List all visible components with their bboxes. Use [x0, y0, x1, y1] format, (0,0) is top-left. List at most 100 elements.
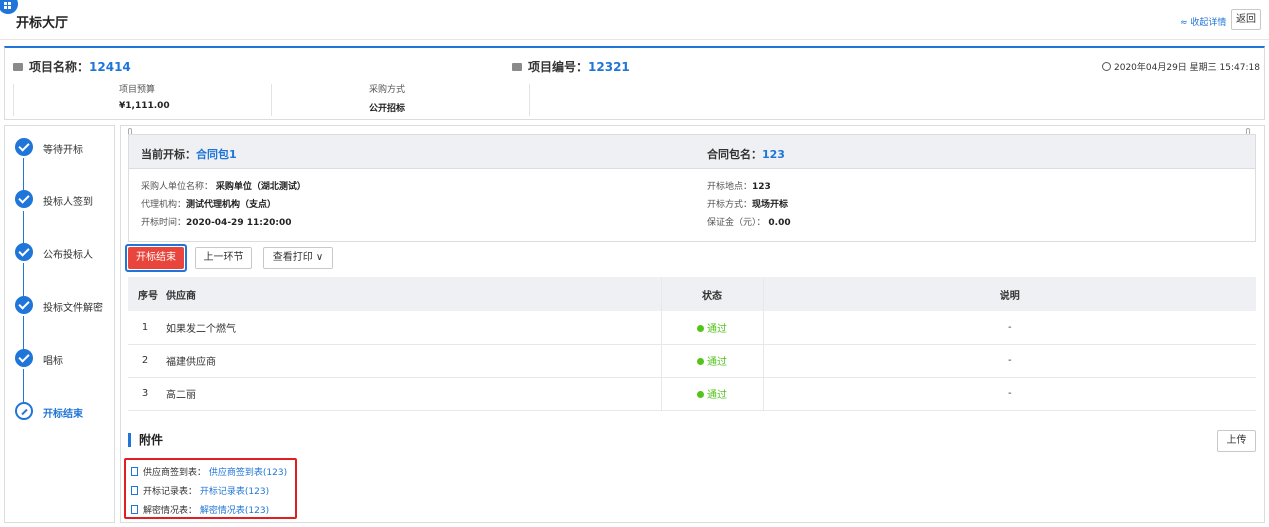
step-label: 投标人签到 — [43, 197, 93, 208]
project-name: 项目名称：12414 — [13, 58, 131, 75]
row-no: 1 — [128, 311, 162, 345]
purchaser-field: 采购人单位名称： 采购单位（湖北测试） — [141, 179, 306, 192]
attachment-label: 开标记录表： — [143, 487, 198, 497]
row-status: 通过 — [660, 311, 763, 345]
previous-step-button[interactable]: 上一环节 — [195, 247, 252, 269]
status-dot-icon — [697, 324, 704, 332]
budget-value: ¥1,111.00 — [119, 101, 170, 111]
attachment-item: 供应商签到表： 供应商签到表(123) — [131, 465, 287, 478]
attachment-label: 供应商签到表： — [143, 468, 207, 478]
step-label: 投标文件解密 — [43, 303, 103, 314]
check-circle-icon — [15, 138, 33, 156]
end-bidding-button[interactable]: 开标结束 — [128, 247, 184, 269]
current-bid-value: 合同包1 — [196, 148, 237, 161]
col-note-header: 说明 — [762, 277, 1256, 311]
project-code: 项目编号：12321 — [512, 58, 630, 75]
purchaser-label: 采购人单位名称： — [141, 182, 214, 192]
attachment-link[interactable]: 开标记录表(123) — [200, 487, 269, 497]
file-icon — [131, 467, 138, 476]
attachment-item: 开标记录表： 开标记录表(123) — [131, 484, 269, 497]
project-budget: 项目预算 ¥1,111.00 — [119, 82, 170, 118]
step-connector — [23, 263, 24, 298]
row-supplier: 高二丽 — [162, 377, 661, 411]
package-value: 123 — [762, 148, 785, 161]
table-row: 3 高二丽 通过 - — [128, 377, 1256, 411]
status-text: 通过 — [707, 390, 727, 401]
location-label: 开标地点： — [707, 182, 753, 192]
row-no: 2 — [128, 344, 162, 378]
method-value: 公开招标 — [369, 104, 406, 114]
method-label: 采购方式 — [369, 85, 406, 95]
step-connector — [23, 369, 24, 404]
divider — [13, 84, 14, 116]
status-dot-icon — [697, 391, 704, 398]
col-status-header: 状态 — [660, 277, 763, 311]
divider — [271, 84, 272, 116]
attachment-link[interactable]: 解密情况表(123) — [200, 506, 269, 516]
page-title: 开标大厅 — [16, 16, 69, 31]
collapse-details-link[interactable]: ≈ 收起详情 — [1180, 15, 1226, 28]
purchase-method: 采购方式 公开招标 — [369, 82, 405, 118]
current-bid-label: 当前开标： — [141, 148, 196, 161]
step-connector — [23, 211, 24, 246]
bid-time-label: 开标时间： — [141, 218, 187, 228]
bid-time-field: 开标时间：2020-04-29 11:20:00 — [141, 215, 292, 228]
location-value: 123 — [752, 182, 771, 192]
back-button[interactable]: 返回 — [1231, 9, 1261, 30]
file-icon — [131, 505, 138, 514]
top-bar: 开标大厅 ≈ 收起详情 返回 — [0, 0, 1269, 40]
project-code-value: 12321 — [588, 60, 630, 74]
document-icon — [512, 63, 522, 71]
table-header-row: 序号 供应商 状态 说明 — [128, 277, 1256, 311]
bid-time-value: 2020-04-29 11:20:00 — [186, 218, 292, 228]
row-status: 通过 — [660, 377, 763, 411]
edit-circle-icon — [15, 402, 33, 420]
table-row: 1 如果发二个燃气 通过 - — [128, 311, 1256, 345]
col-no-header: 序号 — [128, 277, 162, 311]
step-connector — [23, 316, 24, 351]
check-circle-icon — [15, 190, 33, 208]
divider — [529, 84, 530, 116]
purchaser-value: 采购单位（湖北测试） — [215, 182, 306, 192]
project-code-label: 项目编号： — [528, 60, 589, 74]
project-info-panel: 项目名称：12414 项目编号：12321 2020年04月29日 星期三 15… — [4, 46, 1265, 120]
budget-label: 项目预算 — [119, 85, 156, 95]
attachments-title: 附件 — [128, 433, 163, 447]
bid-info-header: 当前开标：合同包1 合同包名：123 — [129, 135, 1255, 169]
datetime-text: 2020年04月29日 星期三 15:47:18 — [1114, 63, 1260, 73]
check-circle-icon — [15, 296, 33, 314]
bid-info-box: 当前开标：合同包1 合同包名：123 采购人单位名称： 采购单位（湖北测试） 代… — [128, 134, 1256, 242]
check-circle-icon — [15, 243, 33, 261]
attachment-link[interactable]: 供应商签到表(123) — [209, 468, 287, 478]
step-connector — [23, 158, 24, 193]
clock-icon — [1102, 62, 1111, 71]
step-label: 唱标 — [43, 356, 63, 367]
location-field: 开标地点：123 — [707, 179, 771, 192]
attachment-label: 解密情况表： — [143, 506, 198, 516]
document-icon — [13, 63, 23, 71]
supplier-table: 序号 供应商 状态 说明 1 如果发二个燃气 通过 - 2 福建供应商 通过 -… — [128, 277, 1256, 411]
step-label: 开标结束 — [43, 409, 83, 420]
agency-value: 测试代理机构（支点） — [186, 200, 277, 210]
row-note: - — [762, 344, 1256, 378]
status-dot-icon — [697, 358, 704, 365]
deposit-field: 保证金（元）： 0.00 — [707, 215, 791, 228]
mode-field: 开标方式：现场开标 — [707, 197, 788, 210]
mode-value: 现场开标 — [752, 200, 789, 210]
row-supplier: 福建供应商 — [162, 344, 661, 378]
row-supplier: 如果发二个燃气 — [162, 311, 661, 345]
project-name-label: 项目名称： — [29, 60, 90, 74]
collapse-arrow-icon: ≈ — [1180, 18, 1188, 28]
progress-steps: 等待开标 投标人签到 公布投标人 投标文件解密 唱标 开标结束 — [4, 125, 115, 523]
package-label: 合同包名： — [707, 148, 762, 161]
package-name: 合同包名：123 — [707, 146, 785, 162]
status-text: 通过 — [707, 323, 727, 335]
table-row: 2 福建供应商 通过 - — [128, 344, 1256, 378]
agency-field: 代理机构：测试代理机构（支点） — [141, 197, 276, 210]
step-label: 等待开标 — [43, 145, 83, 156]
file-icon — [131, 486, 138, 495]
view-print-dropdown[interactable]: 查看打印 ∨ — [263, 247, 333, 269]
upload-button[interactable]: 上传 — [1217, 430, 1256, 452]
row-status: 通过 — [660, 344, 763, 378]
project-name-value: 12414 — [89, 60, 131, 74]
